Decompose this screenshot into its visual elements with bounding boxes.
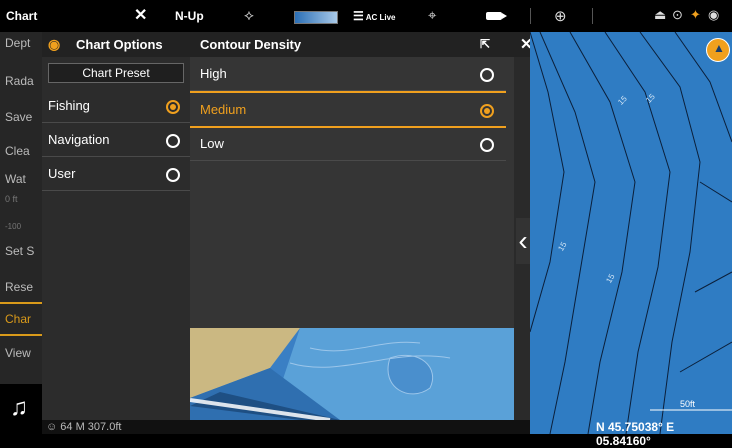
music-button[interactable]: ♫ [0,384,42,434]
network-icon[interactable]: ⏏ [654,7,666,23]
menu-item-chart[interactable]: Char [0,312,42,326]
preset-label: Navigation [48,132,110,147]
radio-unselected-icon [480,68,494,82]
palette-swatch[interactable] [294,11,338,24]
menu-item-radar[interactable]: Rada [0,74,42,88]
alarm-icon[interactable]: ⊙ [672,7,683,23]
gps-coordinates: N 45.75038° E 05.84160° [596,420,675,448]
chart-options-header: ◉ Chart Options [42,32,190,57]
ac-live-label: AC Live [365,13,396,22]
depth-value: 0 ft [5,194,18,204]
app-title: Chart [6,9,38,23]
preset-row-navigation[interactable]: Navigation [42,123,190,157]
preset-row-user[interactable]: User [42,157,190,191]
radio-selected-icon [166,100,180,114]
menu-item-clear[interactable]: Clea [0,144,42,158]
gps-crosshair-icon[interactable]: ⌖ [428,7,436,24]
menu-item-view[interactable]: View [0,346,42,360]
preset-label: Fishing [48,98,90,113]
target-icon[interactable]: ⊕ [554,7,567,25]
contour-density-panel: Contour Density ⇱ ✕ High Medium Low [190,32,533,328]
density-row-low[interactable]: Low [190,127,506,161]
depth-readout: ☺ 64 M 307.0ft [46,421,122,433]
chart-map[interactable]: 15 15 15 15 ▲ 50ft [530,32,732,434]
collapse-panel-button[interactable]: ‹ [516,218,530,264]
divider [530,8,531,24]
menu-highlight-line [0,302,42,304]
chart-options-panel: ◉ Chart Options Chart Preset Fishing Nav… [42,32,190,434]
chart-preset-button[interactable]: Chart Preset [48,63,184,83]
music-note-icon: ♫ [10,394,28,421]
main-menu-column: Dept Rada Save Clea Wat 0 ft -100 Set S … [0,32,42,434]
radio-selected-icon [480,104,494,118]
density-label: Medium [200,102,247,117]
preset-label: User [48,166,76,181]
menu-item-reset[interactable]: Rese [0,280,42,294]
density-row-high[interactable]: High [190,57,506,91]
contour-preview-map [190,328,514,420]
status-bar: Chart ✕ N-Up ⟡ ☰ AC Live ⌖ ⊕ ⏏ ⊙ ✦ ◉ [0,0,732,32]
menu-item-save[interactable]: Save [0,110,42,124]
battery-icon [486,12,507,20]
menu-item-set[interactable]: Set S [0,244,42,258]
location-icon[interactable]: ◉ [708,7,719,23]
north-arrow-icon: ▲ [713,41,725,55]
close-chart-button[interactable]: ✕ [134,0,147,32]
preview-map-image [190,328,514,420]
map-contours [530,32,732,434]
density-row-medium[interactable]: Medium [190,91,506,128]
preset-row-fishing[interactable]: Fishing [42,89,190,123]
depth-scale: -100 [5,222,22,231]
menu-item-water[interactable]: Wat [0,172,42,186]
chart-options-title: Chart Options [76,37,163,52]
map-scale-label: 50ft [680,399,696,409]
compass-rose[interactable]: ▲ [706,38,730,62]
contour-density-header: Contour Density ⇱ ✕ [190,32,533,57]
radio-unselected-icon [166,168,180,182]
radio-unselected-icon [166,134,180,148]
orientation-label[interactable]: N-Up [175,0,204,32]
eye-icon: ◉ [48,36,61,52]
density-label: Low [200,136,224,151]
waypoint-icon[interactable]: ⟡ [244,7,254,24]
menu-item-depth[interactable]: Dept [0,36,42,50]
ac-live-indicator[interactable]: ☰ AC Live [353,0,396,32]
export-icon[interactable]: ⇱ [480,32,490,57]
bottom-readout-bar: ☺ 64 M 307.0ft [42,420,530,434]
warning-icon[interactable]: ✦ [690,7,701,23]
density-label: High [200,66,227,81]
menu-highlight-line [0,334,42,336]
radio-unselected-icon [480,138,494,152]
chevron-left-icon: ‹ [518,225,528,256]
layers-icon: ☰ [353,9,364,23]
divider [592,8,593,24]
contour-density-title: Contour Density [200,37,302,52]
